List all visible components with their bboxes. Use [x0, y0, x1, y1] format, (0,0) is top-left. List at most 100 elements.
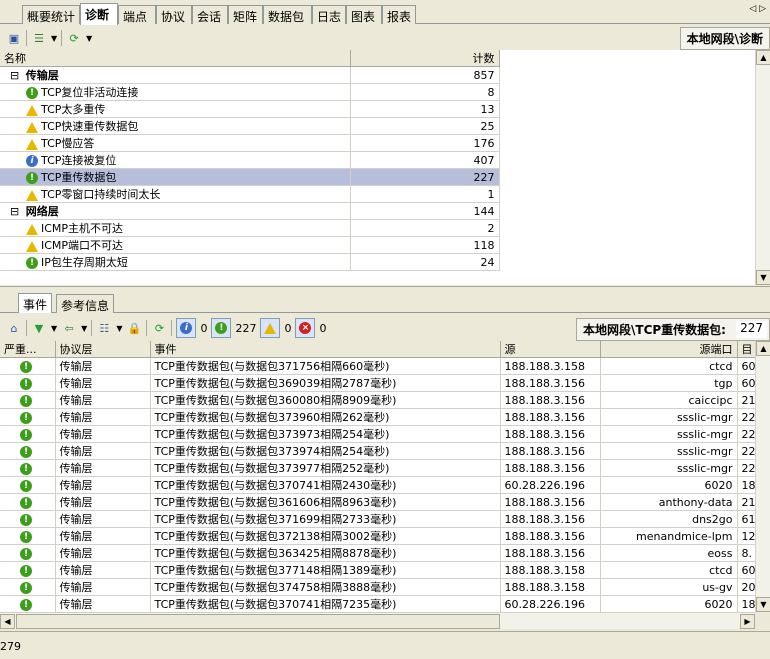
- export-icon[interactable]: ⇦: [61, 320, 77, 336]
- table-row[interactable]: ! 传输层 TCP重传数据包(与数据包373973相隔254毫秒) 188.188.3…: [0, 425, 755, 443]
- collapse-icon[interactable]: ⊟: [10, 69, 23, 82]
- table-row[interactable]: ICMP端口不可达 118: [0, 236, 500, 254]
- chevron-down-icon[interactable]: ▼: [51, 34, 57, 43]
- lock-icon[interactable]: 🔒: [126, 320, 142, 336]
- tab-6[interactable]: 数据包: [263, 5, 312, 24]
- save-icon[interactable]: ▣: [6, 30, 22, 46]
- scroll-thumb[interactable]: [16, 614, 500, 629]
- splitter[interactable]: [0, 286, 770, 290]
- group-row[interactable]: ⊟ 网络层 144: [0, 202, 500, 220]
- tab-events[interactable]: 事件: [18, 293, 53, 313]
- table-row[interactable]: ! 传输层 TCP重传数据包(与数据包374758相隔3888毫秒) 188.188.…: [0, 578, 755, 596]
- bottom-tab-strip: 事件 参考信息: [0, 292, 770, 313]
- col-header-source[interactable]: 源: [500, 341, 601, 358]
- tab-8[interactable]: 图表: [346, 5, 382, 24]
- scroll-right-button[interactable]: ▶: [740, 614, 755, 629]
- table-row[interactable]: TCP慢应答 176: [0, 134, 500, 152]
- filter-notice-toggle[interactable]: !: [211, 318, 232, 338]
- table-row[interactable]: TCP太多重传 13: [0, 100, 500, 118]
- tab-3[interactable]: 协议: [156, 5, 192, 24]
- table-row[interactable]: TCP快速重传数据包 25: [0, 117, 500, 135]
- tab-9[interactable]: 报表: [382, 5, 416, 24]
- col-header-dest[interactable]: 目: [737, 341, 755, 358]
- source-cell: 188.188.3.156: [500, 391, 601, 409]
- table-row[interactable]: ! 传输层 TCP重传数据包(与数据包373960相隔262毫秒) 188.188.3…: [0, 408, 755, 426]
- table-row[interactable]: ! TCP重传数据包 227: [0, 168, 500, 186]
- scroll-left-button[interactable]: ◀: [0, 614, 15, 629]
- dest-cell: 8.: [737, 544, 755, 562]
- table-row[interactable]: ! 传输层 TCP重传数据包(与数据包372138相隔3002毫秒) 188.188.…: [0, 527, 755, 545]
- name-cell: TCP慢应答: [0, 134, 351, 152]
- table-row[interactable]: TCP零窗口持续时间太长 1: [0, 185, 500, 203]
- col-header-source-port[interactable]: 源端口: [600, 341, 738, 358]
- scroll-down-button[interactable]: ▼: [756, 597, 770, 612]
- col-header-event[interactable]: 事件: [150, 341, 501, 358]
- row-label: IP包生存周期太短: [41, 256, 128, 269]
- table-row[interactable]: ! 传输层 TCP重传数据包(与数据包377148相隔1389毫秒) 188.188.…: [0, 561, 755, 579]
- source-port-cell: tgp: [600, 374, 738, 392]
- table-row[interactable]: ! 传输层 TCP重传数据包(与数据包373977相隔252毫秒) 188.188.3…: [0, 459, 755, 477]
- filter-icon[interactable]: ▼: [31, 320, 47, 336]
- events-vertical-scrollbar[interactable]: ▲ ▼: [755, 341, 770, 612]
- col-header-count[interactable]: 计数: [350, 50, 500, 67]
- tab-4[interactable]: 会话: [192, 5, 228, 24]
- filter-warning-toggle[interactable]: [260, 318, 281, 338]
- table-row[interactable]: ! 传输层 TCP重传数据包(与数据包360080相隔8909毫秒) 188.188.…: [0, 391, 755, 409]
- col-header-name[interactable]: 名称: [0, 50, 351, 67]
- table-row[interactable]: ! 传输层 TCP重传数据包(与数据包361606相隔8963毫秒) 188.188.…: [0, 493, 755, 511]
- event-cell: TCP重传数据包(与数据包373960相隔262毫秒): [150, 408, 501, 426]
- chevron-down-icon[interactable]: ▼: [81, 324, 87, 333]
- chevron-down-icon[interactable]: ▼: [86, 34, 92, 43]
- dest-cell: 21: [737, 493, 755, 511]
- notice-icon: !: [26, 172, 38, 184]
- status-text: 279: [0, 640, 21, 653]
- network-icon[interactable]: ⌂: [6, 320, 22, 336]
- row-label: 传输层: [25, 69, 59, 82]
- group-row[interactable]: ⊟ 传输层 857: [0, 66, 500, 84]
- chevron-down-icon[interactable]: ▼: [116, 324, 122, 333]
- tab-7[interactable]: 日志: [312, 5, 346, 24]
- tab-5[interactable]: 矩阵: [228, 5, 263, 24]
- table-row[interactable]: ! 传输层 TCP重传数据包(与数据包369039相隔2787毫秒) 188.188.…: [0, 374, 755, 392]
- dest-cell: 22: [737, 408, 755, 426]
- collapse-icon[interactable]: ⊟: [10, 205, 23, 218]
- diag-toolbar: ▣ ☰ ▼ ⟳ ▼: [0, 26, 770, 50]
- table-row[interactable]: i TCP连接被复位 407: [0, 151, 500, 169]
- table-row[interactable]: ICMP主机不可达 2: [0, 219, 500, 237]
- table-row[interactable]: ! 传输层 TCP重传数据包(与数据包363425相隔8878毫秒) 188.188.…: [0, 544, 755, 562]
- table-row[interactable]: ! TCP复位非活动连接 8: [0, 83, 500, 101]
- source-port-cell: us-gv: [600, 578, 738, 596]
- tab-2[interactable]: 端点: [118, 5, 156, 24]
- scroll-down-button[interactable]: ▼: [756, 270, 770, 285]
- source-cell: 188.188.3.156: [500, 527, 601, 545]
- tab-0[interactable]: 概要统计: [22, 5, 80, 24]
- warning-icon: [26, 223, 38, 235]
- scroll-up-button[interactable]: ▲: [756, 50, 770, 65]
- columns-icon[interactable]: ☷: [96, 320, 112, 336]
- events-horizontal-scrollbar[interactable]: ◀ ▶: [0, 612, 755, 629]
- count-cell: 227: [350, 168, 500, 186]
- table-row[interactable]: ! 传输层 TCP重传数据包(与数据包371699相隔2733毫秒) 188.188.…: [0, 510, 755, 528]
- warning-icon: [26, 240, 38, 252]
- diag-path-label: 本地网段\诊断: [679, 27, 770, 50]
- tab-1[interactable]: 诊断: [80, 3, 118, 25]
- table-row[interactable]: ! IP包生存周期太短 24: [0, 253, 500, 271]
- tab-reference-info[interactable]: 参考信息: [56, 294, 115, 313]
- list-options-icon[interactable]: ☰: [31, 30, 47, 46]
- table-row[interactable]: ! 传输层 TCP重传数据包(与数据包371756相隔660毫秒) 188.188.3…: [0, 357, 755, 375]
- scroll-up-button[interactable]: ▲: [756, 341, 770, 356]
- col-header-severity[interactable]: 严重...: [0, 341, 56, 358]
- table-row[interactable]: ! 传输层 TCP重传数据包(与数据包370741相隔7235毫秒) 60.28.22…: [0, 595, 755, 612]
- filter-info-toggle[interactable]: i: [176, 318, 197, 338]
- tab-scroll-arrows[interactable]: ◁ ▷: [749, 4, 766, 14]
- refresh-icon[interactable]: ⟳: [66, 30, 82, 46]
- table-row[interactable]: ! 传输层 TCP重传数据包(与数据包370741相隔2430毫秒) 60.28.22…: [0, 476, 755, 494]
- filter-error-toggle[interactable]: ×: [295, 318, 316, 338]
- diag-vertical-scrollbar[interactable]: ▲ ▼: [755, 50, 770, 285]
- severity-cell: !: [0, 459, 56, 477]
- refresh-icon[interactable]: ⟳: [151, 320, 167, 336]
- table-row[interactable]: ! 传输层 TCP重传数据包(与数据包373974相隔254毫秒) 188.188.3…: [0, 442, 755, 460]
- col-header-layer[interactable]: 协议层: [55, 341, 151, 358]
- chevron-down-icon[interactable]: ▼: [51, 324, 57, 333]
- warning-icon: [26, 104, 38, 116]
